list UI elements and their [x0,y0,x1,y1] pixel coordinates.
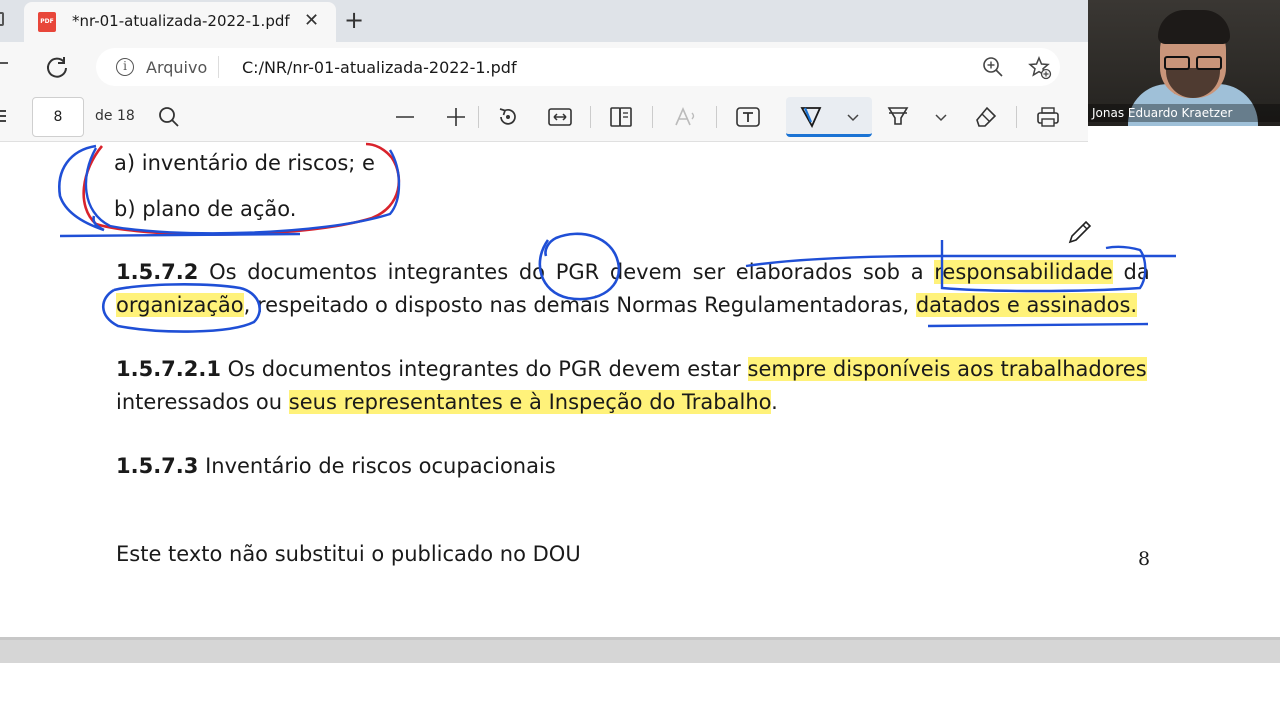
webcam-overlay: Jonas Eduardo Kraetzer [1088,0,1280,126]
close-tab-icon[interactable]: ✕ [304,10,319,31]
toolbar-divider [1016,106,1017,128]
search-icon[interactable] [158,106,180,128]
tab-actions-icon[interactable] [0,12,4,26]
add-text-icon[interactable] [735,105,761,129]
highlighter-icon[interactable] [885,104,911,130]
presenter-name: Jonas Eduardo Kraetzer [1088,104,1280,122]
paragraph-2-line-1: 1.5.7.2.1 Os documentos integrantes do P… [116,357,1147,381]
read-aloud-icon [675,107,695,126]
paragraph-1-line-2: organização, respeitado o disposto nas d… [116,293,1138,317]
url-divider [218,56,219,78]
draw-pen-icon[interactable] [798,104,824,130]
reload-icon[interactable] [44,54,70,80]
glasses [1164,56,1224,72]
section-number: 1.5.7.3 [116,454,199,478]
heading-1-5-7-3: 1.5.7.3 Inventário de riscos ocupacionai… [116,454,556,478]
info-icon[interactable]: i [116,58,134,76]
highlight: responsabilidade [934,260,1113,284]
fit-width-icon[interactable] [547,105,573,129]
url-text[interactable]: C:/NR/nr-01-atualizada-2022-1.pdf [242,58,517,77]
highlight: seus representantes e à Inspeção do Trab… [288,390,772,414]
highlight: organização [116,293,244,317]
next-page [0,663,1280,720]
highlight: datados e assinados. [915,293,1138,317]
highlight: sempre disponíveis aos trabalhadores [747,357,1147,381]
back-icon[interactable] [0,62,8,64]
section-number: 1.5.7.2.1 [116,357,221,381]
screen: PDF *nr-01-atualizada-2022-1.pdf ✕ + i A… [0,0,1280,720]
page-footer-text: Este texto não substitui o publicado no … [116,542,581,566]
toolbar-divider [478,106,479,128]
toolbar-divider [716,106,717,128]
page-footer-number: 8 [1138,548,1151,570]
page-number-input[interactable]: 8 [32,97,84,137]
eraser-icon[interactable] [973,104,999,130]
paragraph-1-line-1: 1.5.7.2 Os documentos integrantes do PGR… [116,260,1150,284]
print-icon[interactable] [1035,104,1061,130]
toolbar-divider [652,106,653,128]
address-bar: i Arquivo C:/NR/nr-01-atualizada-2022-1.… [0,42,1088,92]
url-field[interactable]: i Arquivo C:/NR/nr-01-atualizada-2022-1.… [96,48,1060,86]
page-gap [0,637,1280,663]
paragraph-2-line-2: interessados ou seus representantes e à … [116,390,778,414]
page-view-icon[interactable] [608,105,634,129]
zoom-out-icon[interactable] [394,106,416,128]
toolbar-divider [590,106,591,128]
contents-menu-icon[interactable] [0,110,6,124]
page-total: de 18 [95,108,135,124]
pdf-file-icon: PDF [38,12,56,32]
chevron-down-icon[interactable] [846,110,860,124]
tab-title: *nr-01-atualizada-2022-1.pdf [72,12,290,30]
browser-tab[interactable]: PDF *nr-01-atualizada-2022-1.pdf ✕ [24,2,336,42]
list-item-b: b) plano de ação. [114,197,297,221]
list-item-a: a) inventário de riscos; e [114,151,375,175]
section-number: 1.5.7.2 [116,260,199,284]
rotate-icon[interactable] [496,105,520,129]
origin-label: Arquivo [146,58,208,77]
new-tab-button[interactable]: + [344,6,364,34]
add-favorite-icon[interactable] [1028,56,1052,80]
chevron-down-icon[interactable] [934,110,948,124]
zoom-in-toolbar-icon[interactable] [445,106,467,128]
zoom-in-icon[interactable] [982,56,1004,78]
